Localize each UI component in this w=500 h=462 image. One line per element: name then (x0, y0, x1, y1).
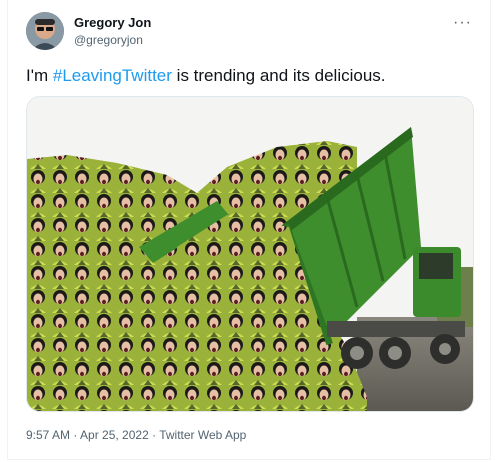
more-dots-icon[interactable]: ··· (453, 14, 472, 32)
tweet-text: I'm #LeavingTwitter is trending and its … (26, 66, 386, 86)
avatar-image (26, 12, 64, 50)
tweet-text-after: is trending and its delicious. (171, 66, 386, 85)
tweet-timestamp[interactable]: 9:57 AM · Apr 25, 2022 · Twitter Web App (26, 428, 246, 442)
author-name[interactable]: Gregory Jon (74, 15, 151, 30)
tweet-media-image[interactable] (26, 96, 474, 412)
tweet-text-before: I'm (26, 66, 53, 85)
dump-truck-crowd-image (27, 97, 473, 411)
author-handle[interactable]: @gregoryjon (74, 33, 143, 47)
tweet-card: Gregory Jon @gregoryjon ··· I'm #Leaving… (7, 0, 491, 460)
hashtag-link[interactable]: #LeavingTwitter (53, 66, 172, 85)
avatar[interactable] (26, 12, 64, 50)
